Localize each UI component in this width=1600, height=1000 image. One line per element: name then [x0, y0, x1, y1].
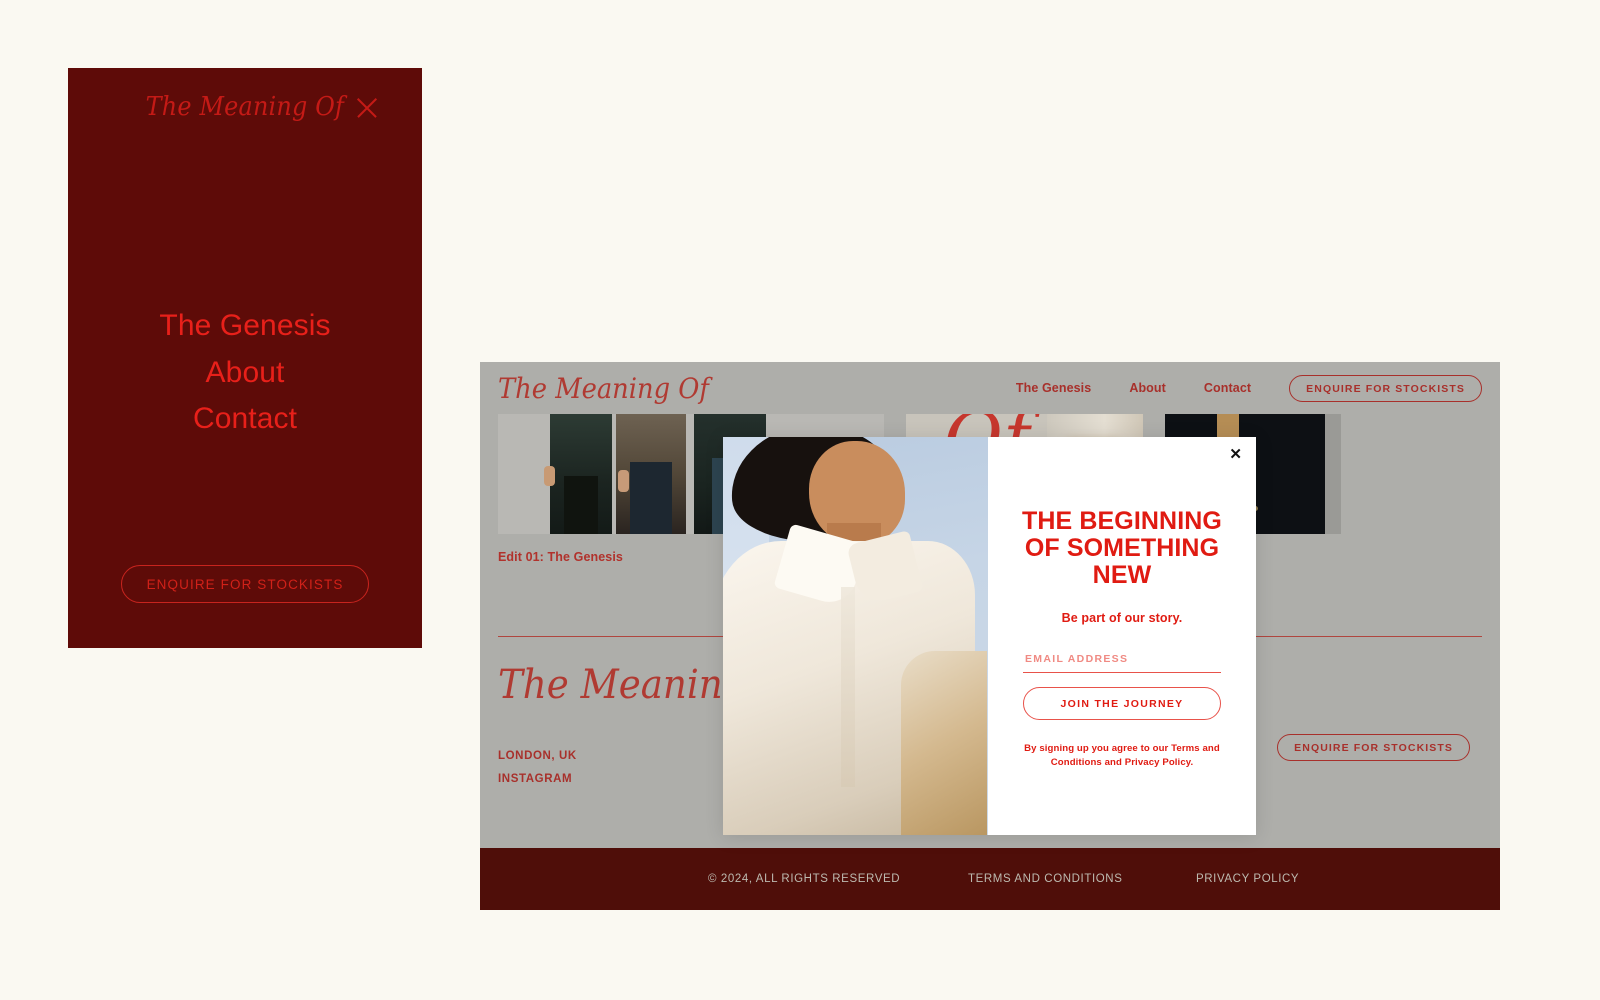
mobile-menu-panel: The Meaning Of The Genesis About Contact…: [68, 68, 422, 648]
menu-item-contact[interactable]: Contact: [193, 401, 297, 436]
nav-item-contact[interactable]: Contact: [1204, 381, 1251, 395]
copyright-text: © 2024, ALL RIGHTS RESERVED: [708, 873, 901, 885]
footer-link-terms[interactable]: TERMS AND CONDITIONS: [968, 873, 1122, 885]
close-icon[interactable]: [354, 94, 380, 120]
header-enquire-for-stockists-button[interactable]: ENQUIRE FOR STOCKISTS: [1289, 374, 1482, 402]
hero-image-spacer: [1363, 414, 1482, 534]
modal-fine-print: By signing up you agree to our Terms and…: [1024, 743, 1220, 768]
mobile-menu-header: The Meaning Of: [68, 68, 422, 146]
modal-close-icon[interactable]: ✕: [1229, 447, 1242, 462]
mobile-menu-logo: The Meaning Of: [145, 92, 345, 122]
footer-contact-links: LONDON, UK INSTAGRAM: [498, 750, 577, 796]
email-input[interactable]: [1023, 651, 1221, 674]
footer-link-instagram[interactable]: INSTAGRAM: [498, 773, 577, 785]
mobile-menu-links: The Genesis About Contact: [68, 180, 422, 565]
menu-item-the-genesis[interactable]: The Genesis: [159, 308, 330, 343]
modal-subtitle: Be part of our story.: [1061, 611, 1183, 626]
site-logo[interactable]: The Meaning Of: [498, 372, 709, 405]
site-header: The Meaning Of The Genesis About Contact…: [480, 362, 1500, 414]
menu-item-about[interactable]: About: [206, 355, 285, 390]
modal-title: THE BEGINNING OF SOMETHING NEW: [1022, 507, 1222, 590]
footer-enquire-for-stockists-button[interactable]: ENQUIRE FOR STOCKISTS: [1277, 734, 1470, 761]
enquire-for-stockists-button[interactable]: ENQUIRE FOR STOCKISTS: [120, 565, 370, 603]
newsletter-modal: ✕ THE BEGINNING OF SOMETHING NEW Be part…: [723, 437, 1256, 835]
site-nav: The Genesis About Contact ENQUIRE FOR ST…: [1016, 374, 1482, 402]
modal-photo: [723, 437, 988, 835]
mobile-menu-footer: ENQUIRE FOR STOCKISTS: [68, 565, 422, 648]
modal-content: ✕ THE BEGINNING OF SOMETHING NEW Be part…: [988, 437, 1256, 835]
join-the-journey-button[interactable]: JOIN THE JOURNEY: [1023, 687, 1221, 721]
site-footer-bar: © 2024, ALL RIGHTS RESERVED TERMS AND CO…: [480, 848, 1500, 910]
footer-link-location[interactable]: LONDON, UK: [498, 750, 577, 762]
nav-item-the-genesis[interactable]: The Genesis: [1016, 381, 1091, 395]
screen: The Meaning Of The Genesis About Contact…: [0, 0, 1600, 1000]
footer-cta-wrap: ENQUIRE FOR STOCKISTS: [1277, 734, 1470, 761]
edit-caption[interactable]: Edit 01: The Genesis: [498, 550, 623, 564]
nav-item-about[interactable]: About: [1129, 381, 1166, 395]
footer-link-privacy[interactable]: PRIVACY POLICY: [1196, 873, 1299, 885]
